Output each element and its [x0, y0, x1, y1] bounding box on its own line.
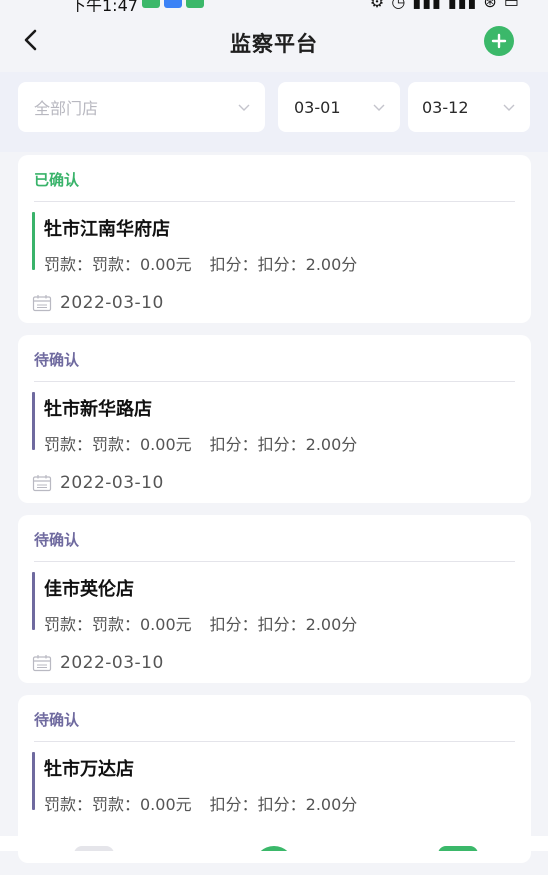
- app-badge-icon: [186, 0, 204, 8]
- record-date-row: 2022-03-10: [32, 653, 164, 673]
- record-penalty: 罚款：罚款：0.00元 扣分：扣分：2.00分: [44, 431, 357, 455]
- record-date-row: 2022-03-10: [32, 293, 164, 313]
- calendar-icon: [32, 295, 52, 312]
- status-app-icons: [142, 0, 204, 8]
- record-status: 待确认: [34, 711, 80, 729]
- record-date: 2022-03-10: [60, 293, 164, 313]
- add-button[interactable]: [484, 26, 514, 56]
- divider: [34, 561, 515, 562]
- record-status: 待确认: [34, 531, 80, 549]
- chevron-down-icon: [503, 104, 515, 111]
- record-date: 2022-03-10: [60, 653, 164, 673]
- record-points: 扣分：扣分：2.00分: [209, 255, 358, 274]
- chevron-down-icon: [373, 104, 385, 111]
- record-store-name: 牡市江南华府店: [44, 219, 170, 240]
- calendar-icon: [32, 655, 52, 672]
- app-badge-icon: [142, 0, 160, 8]
- store-select-placeholder: 全部门店: [34, 99, 99, 118]
- record-card[interactable]: 已确认 牡市江南华府店 罚款：罚款：0.00元 扣分：扣分：2.00分 2022-…: [18, 155, 531, 323]
- record-status: 已确认: [34, 171, 80, 189]
- record-store-name: 牡市万达店: [44, 759, 134, 780]
- calendar-icon: [32, 475, 52, 492]
- record-card[interactable]: 待确认 牡市新华路店 罚款：罚款：0.00元 扣分：扣分：2.00分 2022-0…: [18, 335, 531, 503]
- store-select[interactable]: 全部门店: [18, 82, 265, 132]
- record-card[interactable]: 待确认 佳市英伦店 罚款：罚款：0.00元 扣分：扣分：2.00分 2022-03…: [18, 515, 531, 683]
- record-fine: 罚款：罚款：0.00元: [44, 615, 192, 634]
- bottom-tab-bar: [0, 836, 548, 851]
- chevron-down-icon: [238, 104, 250, 111]
- record-list: 已确认 牡市江南华府店 罚款：罚款：0.00元 扣分：扣分：2.00分 2022-…: [18, 155, 531, 875]
- record-penalty: 罚款：罚款：0.00元 扣分：扣分：2.00分: [44, 791, 357, 815]
- end-date-value: 03-12: [422, 97, 469, 117]
- record-points: 扣分：扣分：2.00分: [209, 435, 358, 454]
- record-status: 待确认: [34, 351, 80, 369]
- page-title: 监察平台: [230, 32, 318, 56]
- tab-home-icon[interactable]: [74, 846, 114, 851]
- divider: [34, 741, 515, 742]
- status-accent-bar: [32, 752, 35, 810]
- end-date-select[interactable]: 03-12: [408, 82, 530, 132]
- app-badge-icon: [164, 0, 182, 8]
- status-accent-bar: [32, 212, 35, 270]
- status-accent-bar: [32, 572, 35, 630]
- record-penalty: 罚款：罚款：0.00元 扣分：扣分：2.00分: [44, 251, 357, 275]
- status-time: 下午1:47: [70, 0, 138, 12]
- status-accent-bar: [32, 392, 35, 450]
- filter-bar: 全部门店 03-01 03-12: [0, 72, 548, 152]
- record-fine: 罚款：罚款：0.00元: [44, 255, 192, 274]
- record-points: 扣分：扣分：2.00分: [209, 615, 358, 634]
- divider: [34, 201, 515, 202]
- record-fine: 罚款：罚款：0.00元: [44, 795, 192, 814]
- start-date-select[interactable]: 03-01: [278, 82, 400, 132]
- record-date: 2022-03-10: [60, 473, 164, 493]
- status-indicators: ⚙ ◷ ▮▮▮ ▮▮▮ ⊛ ▭: [369, 0, 520, 11]
- record-store-name: 佳市英伦店: [44, 579, 134, 600]
- tab-profile-icon[interactable]: [438, 846, 478, 851]
- nav-bar: 监察平台: [0, 12, 548, 72]
- record-penalty: 罚款：罚款：0.00元 扣分：扣分：2.00分: [44, 611, 357, 635]
- start-date-value: 03-01: [294, 97, 341, 117]
- record-points: 扣分：扣分：2.00分: [209, 795, 358, 814]
- plus-circle-icon: [491, 33, 507, 49]
- divider: [34, 381, 515, 382]
- status-bar: 下午1:47 ⚙ ◷ ▮▮▮ ▮▮▮ ⊛ ▭: [0, 0, 548, 12]
- record-date-row: 2022-03-10: [32, 473, 164, 493]
- tab-center-icon[interactable]: [254, 846, 294, 851]
- record-fine: 罚款：罚款：0.00元: [44, 435, 192, 454]
- record-store-name: 牡市新华路店: [44, 399, 152, 420]
